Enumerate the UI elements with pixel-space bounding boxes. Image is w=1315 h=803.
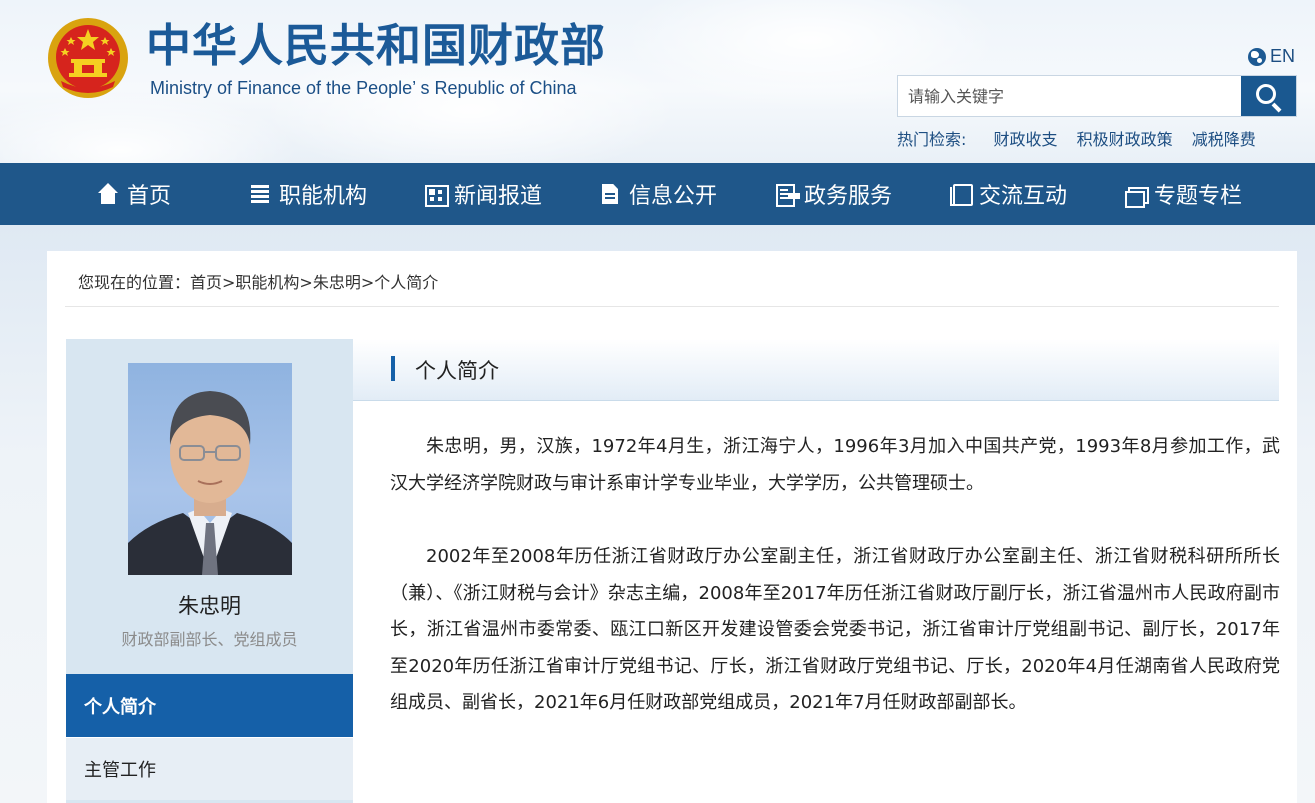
site-header: 中华人民共和国财政部 Ministry of Finance of the Pe… (0, 0, 1315, 163)
home-icon (97, 183, 119, 205)
panel-title: 个人简介 (415, 359, 499, 383)
hot-search: 热门检索: 财政收支 积极财政政策 减税降费 (897, 126, 1256, 150)
site-subtitle: Ministry of Finance of the People’ s Rep… (150, 78, 577, 98)
service-icon (774, 183, 796, 207)
panel-header: 个人简介 (353, 339, 1279, 401)
hot-keyword-link[interactable]: 减税降费 (1192, 130, 1256, 149)
sidebar-item-profile[interactable]: 个人简介 (66, 674, 353, 737)
language-label: EN (1269, 46, 1295, 66)
exchange-icon (949, 183, 973, 206)
globe-icon (1247, 47, 1266, 66)
hot-search-label: 热门检索: (897, 130, 967, 149)
nav-item-label: 新闻报道 (454, 184, 543, 209)
nav-item-label: 交流互动 (979, 184, 1068, 209)
nav-item-interaction[interactable]: 交流互动 (949, 163, 1067, 225)
sidebar-item-responsibilities[interactable]: 主管工作 (66, 737, 353, 800)
national-emblem-icon[interactable] (47, 15, 129, 101)
divider (65, 306, 1279, 307)
search-button[interactable] (1241, 76, 1296, 116)
person-name: 朱忠明 (178, 594, 241, 618)
bio-paragraph: 朱忠明，男，汉族，1972年4月生，浙江海宁人，1996年3月加入中国共产党，1… (390, 436, 1280, 494)
list-icon (249, 183, 271, 205)
language-switch[interactable]: EN (1247, 46, 1295, 67)
nav-item-institutions[interactable]: 职能机构 (249, 163, 367, 225)
nav-item-home[interactable]: 首页 (97, 163, 171, 225)
nav-item-label: 信息公开 (629, 184, 718, 209)
search-input[interactable] (898, 76, 1241, 116)
nav-item-label: 专题专栏 (1154, 184, 1243, 209)
nav-item-label: 首页 (127, 184, 172, 209)
title-accent-bar (391, 356, 395, 381)
document-icon (599, 183, 621, 205)
nav-item-info-disclosure[interactable]: 信息公开 (599, 163, 717, 225)
nav-item-news[interactable]: 新闻报道 (424, 163, 542, 225)
site-title[interactable]: 中华人民共和国财政部 (146, 18, 606, 74)
hot-keyword-link[interactable]: 积极财政政策 (1077, 130, 1173, 149)
person-title: 财政部副部长、党组成员 (121, 630, 298, 649)
nav-item-label: 职能机构 (279, 184, 368, 209)
nav-item-services[interactable]: 政务服务 (774, 163, 892, 225)
news-icon (424, 183, 449, 207)
main-nav: 首页 职能机构 新闻报道 信息公开 政务服务 交流互动 专题专栏 (0, 163, 1315, 225)
search-icon (1256, 84, 1276, 104)
biography-text: 朱忠明，男，汉族，1972年4月生，浙江海宁人，1996年3月加入中国共产党，1… (390, 429, 1280, 722)
portrait-photo (128, 363, 292, 575)
topic-icon (1124, 183, 1149, 208)
portrait-image (128, 391, 292, 575)
bio-paragraph: 2002年至2008年历任浙江省财政厅办公室副主任，浙江省财政厅办公室副主任、浙… (390, 546, 1280, 713)
profile-sidebar: 朱忠明 财政部副部长、党组成员 个人简介 主管工作 (66, 339, 353, 803)
hot-keyword-link[interactable]: 财政收支 (994, 130, 1058, 149)
nav-item-label: 政务服务 (804, 184, 893, 209)
content-area: 您现在的位置：首页>职能机构>朱忠明>个人简介 朱忠明 财政部副部长、党组成员 … (47, 251, 1297, 803)
nav-item-topics[interactable]: 专题专栏 (1124, 163, 1242, 225)
breadcrumb[interactable]: 您现在的位置：首页>职能机构>朱忠明>个人简介 (78, 269, 438, 293)
search-box (897, 75, 1297, 117)
